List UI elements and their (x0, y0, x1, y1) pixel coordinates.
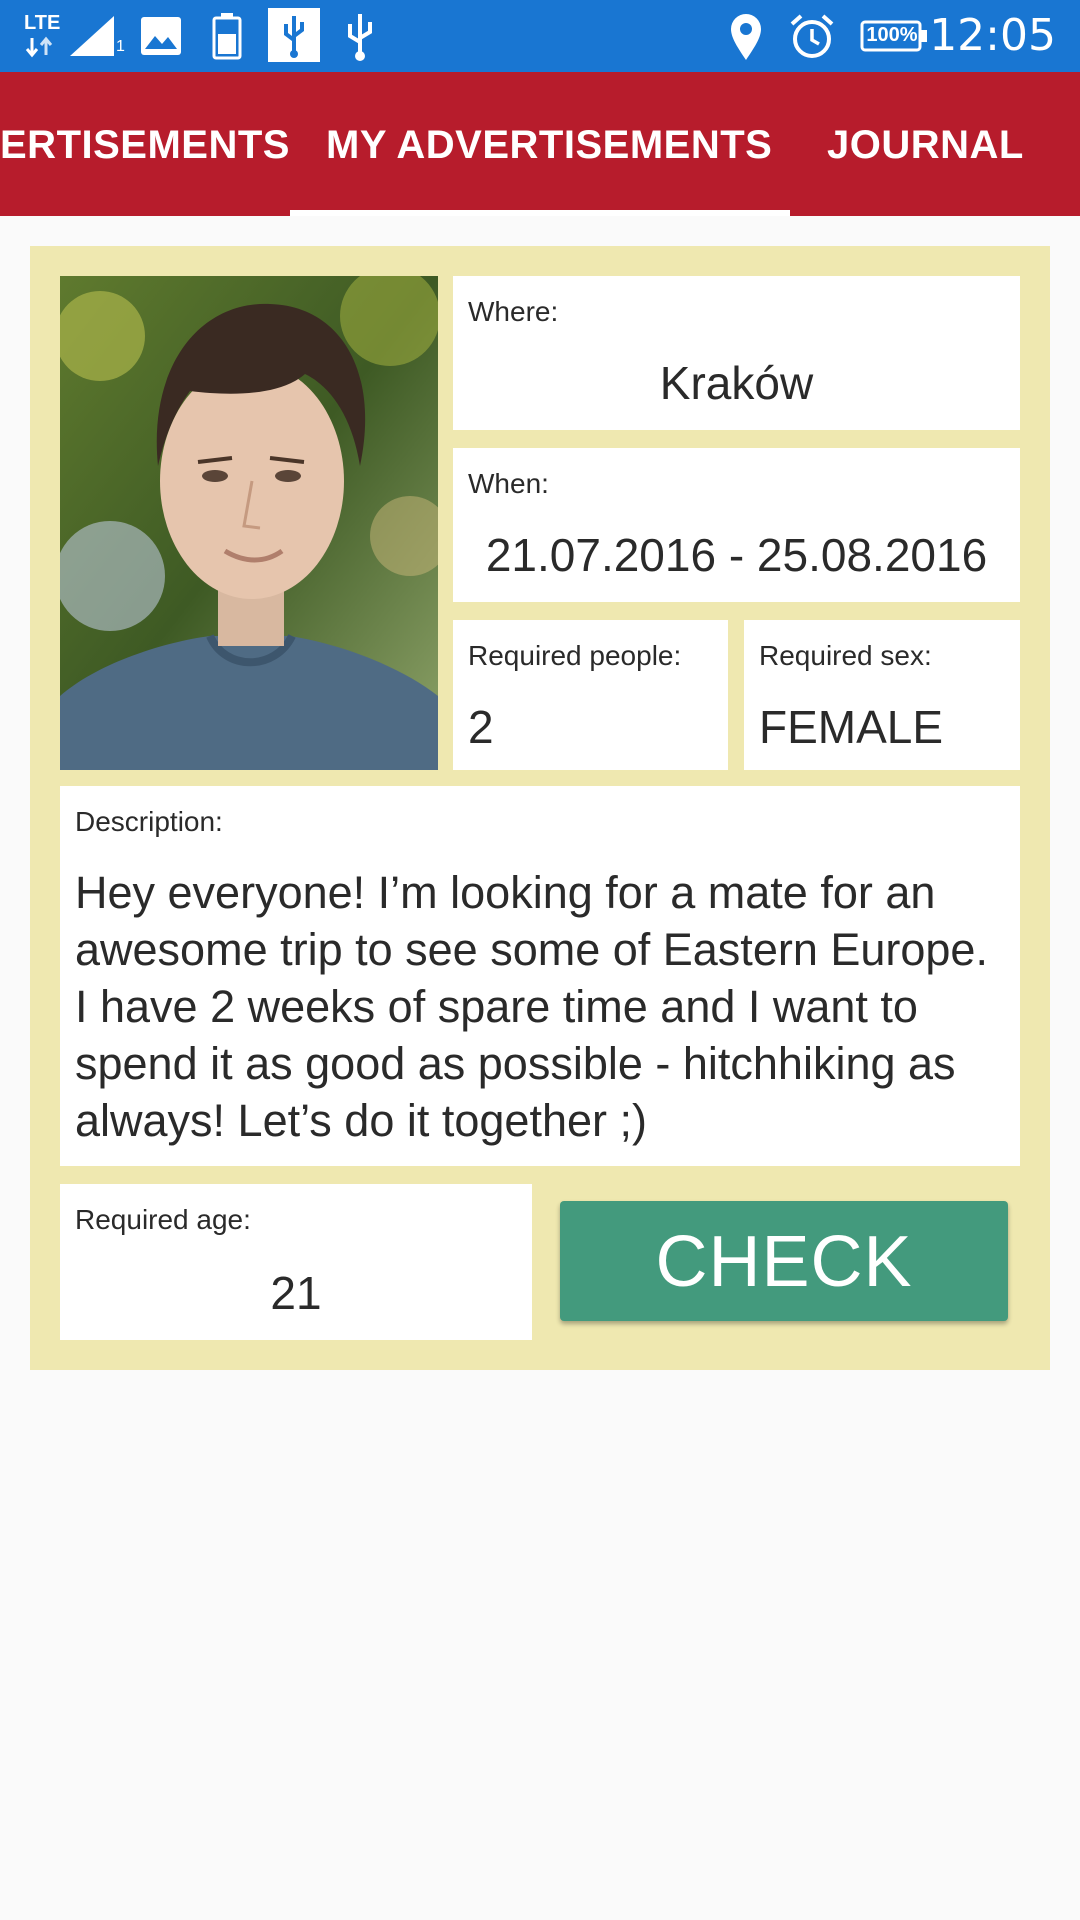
required-people-box: Required people: 2 (453, 620, 728, 770)
battery-saver-icon (212, 12, 242, 65)
description-label: Description: (75, 806, 223, 837)
profile-photo (60, 276, 438, 770)
required-people-value: 2 (468, 701, 494, 753)
where-label: Where: (468, 296, 559, 327)
alarm-icon (788, 12, 836, 65)
signal-icon: 1 (68, 14, 125, 58)
where-value: Kraków (659, 357, 814, 409)
required-sex-box: Required sex: FEMALE (744, 620, 1020, 770)
when-box: When: 21.07.2016 - 25.08.2016 (453, 448, 1020, 602)
tab-advertisements[interactable]: ERTISEMENTS (0, 72, 290, 216)
status-bar: LTE 1 100% 12:05 (0, 0, 1080, 72)
sim-slot: 1 (116, 38, 125, 55)
usb-icon (340, 10, 380, 67)
location-icon (728, 12, 764, 67)
when-value: 21.07.2016 - 25.08.2016 (485, 529, 988, 581)
required-age-value: 21 (270, 1267, 322, 1319)
image-icon (140, 16, 182, 61)
description-box: Description: Hey everyone! I’m looking f… (60, 786, 1020, 1166)
required-age-box: Required age: 21 (60, 1184, 532, 1340)
where-box: Where: Kraków (453, 276, 1020, 430)
description-value: Hey everyone! I’m looking for a mate for… (75, 867, 988, 1146)
advertisement-card: Where: Kraków When: 21.07.2016 - 25.08.2… (30, 246, 1050, 1370)
required-sex-label: Required sex: (759, 640, 932, 671)
tab-journal[interactable]: JOURNAL (827, 72, 1024, 216)
battery-icon: 100% (860, 20, 930, 52)
active-tab-indicator (290, 210, 790, 216)
lte-icon: LTE (24, 12, 64, 60)
tab-my-advertisements[interactable]: MY ADVERTISEMENTS (326, 72, 772, 216)
check-button[interactable]: CHECK (560, 1201, 1008, 1321)
battery-level: 100% (866, 24, 918, 46)
required-people-label: Required people: (468, 640, 682, 671)
when-label: When: (468, 468, 549, 499)
tab-bar: ERTISEMENTS MY ADVERTISEMENTS JOURNAL (0, 72, 1080, 216)
required-sex-value: FEMALE (759, 701, 944, 753)
clock: 12:05 (929, 10, 1056, 61)
required-age-label: Required age: (75, 1204, 251, 1235)
usb-icon (268, 8, 320, 67)
